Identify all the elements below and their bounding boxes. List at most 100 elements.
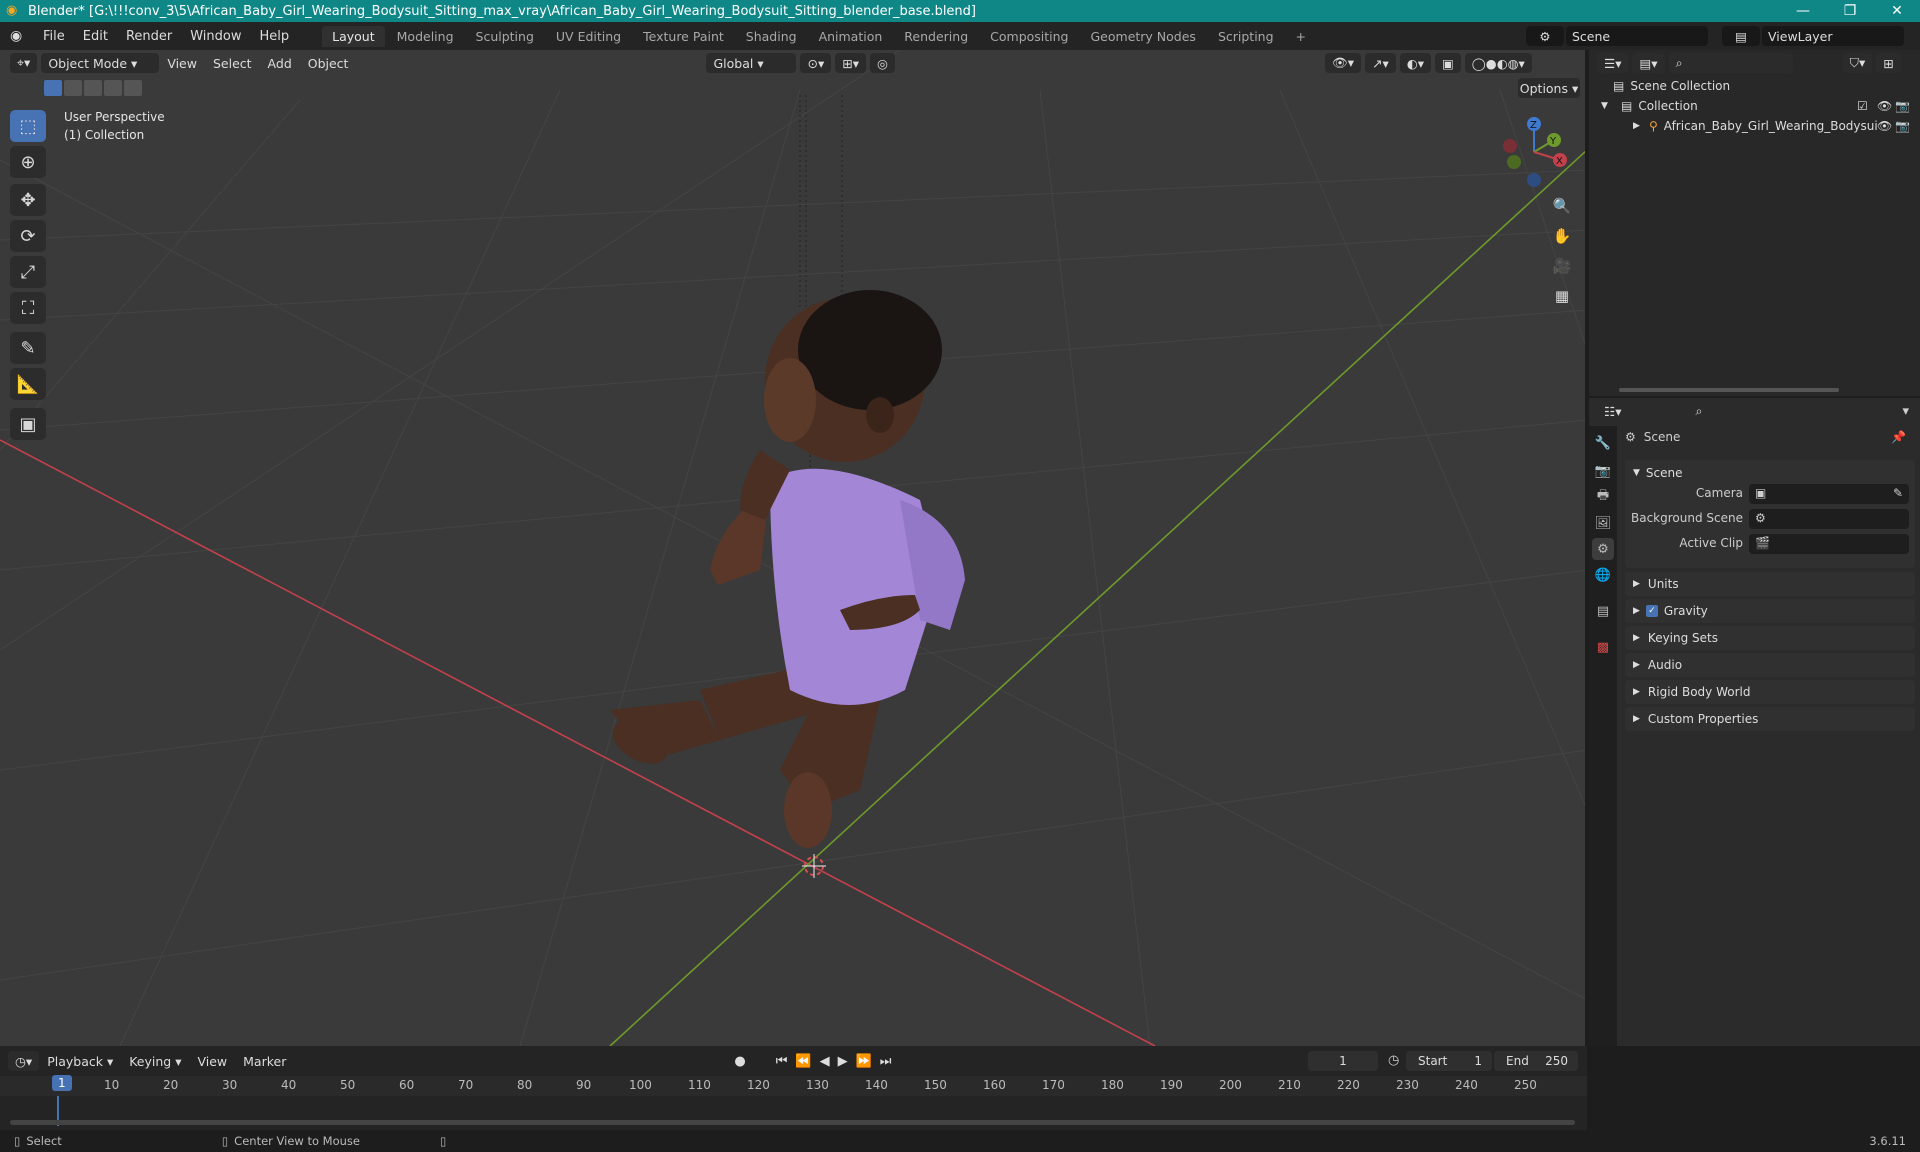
tab-texture-paint[interactable]: Texture Paint — [633, 26, 734, 47]
blender-menu-icon[interactable]: ◉ — [10, 28, 26, 44]
xray-icon[interactable]: ▣ — [1434, 53, 1461, 73]
annotate-tool[interactable]: ✎ — [10, 332, 46, 364]
new-collection-icon[interactable]: ⊞ — [1876, 53, 1901, 73]
custom-properties-panel[interactable]: ▶ Custom Properties — [1625, 707, 1915, 731]
timeline-menu-marker[interactable]: Marker — [235, 1054, 294, 1069]
current-frame-field[interactable]: 1 — [1308, 1051, 1378, 1071]
viewport-menu-view[interactable]: View — [159, 56, 205, 71]
object-render-icon[interactable]: 📷 — [1895, 119, 1910, 133]
eyedropper-icon[interactable]: ✎ — [1893, 486, 1903, 500]
collection-expand-icon[interactable]: ▼ — [1601, 101, 1615, 111]
tab-scripting[interactable]: Scripting — [1208, 26, 1284, 47]
rigid-body-world-panel[interactable]: ▶ Rigid Body World — [1625, 680, 1915, 704]
viewlayer-selector[interactable]: ViewLayer — [1762, 26, 1904, 46]
outliner-row-scene-collection[interactable]: ▤ Scene Collection — [1589, 76, 1920, 96]
viewport-menu-object[interactable]: Object — [300, 56, 357, 71]
prev-keyframe-icon[interactable]: ⏪ — [795, 1054, 819, 1069]
minimize-button[interactable]: — — [1780, 0, 1826, 22]
units-panel[interactable]: ▶ Units — [1625, 572, 1915, 596]
timeline-menu-playback[interactable]: Playback ▾ — [39, 1054, 121, 1069]
tool-tab-icon[interactable]: 🔧 — [1592, 432, 1614, 454]
menu-edit[interactable]: Edit — [74, 29, 117, 44]
outliner-row-object[interactable]: ▶ ⚲ African_Baby_Girl_Wearing_Bodysui 👁 … — [1589, 116, 1920, 136]
menu-help[interactable]: Help — [251, 29, 299, 44]
outliner-filter-icon[interactable]: ⛉▾ — [1842, 53, 1873, 73]
ortho-grid-icon[interactable]: ▦ — [1548, 282, 1576, 310]
use-preview-range-icon[interactable]: ◷ — [1388, 1053, 1399, 1068]
tab-rendering[interactable]: Rendering — [894, 26, 978, 47]
select-subtract-icon[interactable] — [84, 80, 102, 96]
close-button[interactable]: ✕ — [1874, 0, 1920, 22]
overlays-icon[interactable]: ◐▾ — [1399, 53, 1431, 73]
tab-compositing[interactable]: Compositing — [980, 26, 1078, 47]
frame-ruler[interactable]: 1 10 20 30 40 50 60 70 80 90 100 110 120… — [0, 1075, 1587, 1096]
select-new-icon[interactable] — [44, 80, 62, 96]
start-frame-field[interactable]: Start 1 — [1406, 1051, 1492, 1071]
output-tab-icon[interactable]: 🖶 — [1592, 486, 1614, 508]
menu-window[interactable]: Window — [181, 29, 250, 44]
timeline-menu-view[interactable]: View — [189, 1054, 235, 1069]
scene-tab-icon[interactable]: ⚙ — [1592, 538, 1614, 560]
jump-start-icon[interactable]: ⏮ — [776, 1054, 796, 1069]
record-icon[interactable]: ● — [734, 1054, 745, 1069]
select-invert-icon[interactable] — [104, 80, 122, 96]
viewport-menu-add[interactable]: Add — [260, 56, 300, 71]
cursor-tool[interactable]: ⊕ — [10, 146, 46, 178]
texture-tab-icon[interactable]: ▩ — [1592, 636, 1614, 658]
select-intersect-icon[interactable] — [124, 80, 142, 96]
rotate-tool[interactable]: ⟳ — [10, 220, 46, 252]
object-mode-select[interactable]: Object Mode ▾ — [41, 53, 160, 73]
active-clip-field[interactable]: 🎬 — [1749, 534, 1909, 554]
3d-cursor[interactable] — [802, 854, 826, 878]
proportional-edit-icon[interactable]: ◎ — [869, 53, 895, 73]
add-workspace-button[interactable]: + — [1286, 26, 1316, 47]
add-cube-tool[interactable]: ▣ — [10, 408, 46, 440]
outliner-scrollbar[interactable] — [1619, 388, 1839, 392]
collection-checkbox-icon[interactable]: ☑ — [1857, 99, 1868, 113]
object-expand-icon[interactable]: ▶ — [1633, 121, 1647, 131]
outliner-display-mode-icon[interactable]: ▤▾ — [1632, 53, 1665, 73]
scene-selector[interactable]: Scene — [1566, 26, 1708, 46]
ruler-tick-current[interactable]: 1 — [52, 1075, 72, 1091]
transform-orientation-select[interactable]: Global ▾ — [706, 53, 797, 73]
select-extend-icon[interactable] — [64, 80, 82, 96]
tab-animation[interactable]: Animation — [809, 26, 893, 47]
background-scene-field[interactable]: ⚙ — [1749, 509, 1909, 529]
measure-tool[interactable]: 📐 — [10, 368, 46, 400]
menu-file[interactable]: File — [34, 29, 74, 44]
transform-tool[interactable]: ⛶ — [10, 292, 46, 324]
collection-visibility-icon[interactable]: 👁 — [1877, 99, 1892, 113]
play-icon[interactable]: ▶ — [838, 1054, 856, 1069]
tab-sculpting[interactable]: Sculpting — [466, 26, 544, 47]
render-tab-icon[interactable]: 📷 — [1592, 460, 1614, 482]
next-keyframe-icon[interactable]: ⏩ — [856, 1054, 880, 1069]
play-reverse-icon[interactable]: ◀ — [820, 1054, 838, 1069]
scale-tool[interactable]: ⤢ — [10, 256, 46, 288]
tab-modeling[interactable]: Modeling — [387, 26, 464, 47]
end-frame-field[interactable]: End 250 — [1494, 1051, 1578, 1071]
scene-icon[interactable]: ⚙ — [1526, 26, 1564, 46]
playback-controls[interactable]: ⏮⏪◀▶⏩⏭ — [776, 1054, 900, 1069]
zoom-icon[interactable]: 🔍 — [1548, 192, 1576, 220]
scene-panel-header[interactable]: ▼ Scene — [1625, 460, 1915, 486]
camera-field[interactable]: ▣ ✎ — [1749, 484, 1909, 504]
outliner-editor-type-icon[interactable]: ☰▾ — [1597, 53, 1629, 73]
options-button[interactable]: Options ▾ — [1518, 78, 1580, 98]
pan-hand-icon[interactable]: ✋ — [1548, 222, 1576, 250]
select-box-tool[interactable]: ⬚ — [10, 110, 46, 142]
editor-type-icon[interactable]: ⌖▾ — [10, 53, 38, 73]
tab-layout[interactable]: Layout — [322, 25, 385, 47]
properties-search-input[interactable]: ⌕ — [1688, 401, 1813, 421]
world-tab-icon[interactable]: 🌐 — [1592, 564, 1614, 586]
view-layer-tab-icon[interactable]: 🖼 — [1592, 512, 1614, 534]
camera-view-icon[interactable]: 🎥 — [1548, 252, 1576, 280]
keying-sets-panel[interactable]: ▶ Keying Sets — [1625, 626, 1915, 650]
shading-modes[interactable]: ◯●◐◍▾ — [1464, 53, 1532, 73]
tab-shading[interactable]: Shading — [736, 26, 807, 47]
viewlayer-icon[interactable]: ▤ — [1722, 26, 1760, 46]
properties-editor-type-icon[interactable]: ☷▾ — [1597, 401, 1629, 421]
collection-tab-icon[interactable]: ▤ — [1592, 600, 1614, 622]
pin-icon[interactable]: 📌 — [1891, 430, 1906, 444]
menu-render[interactable]: Render — [117, 29, 181, 44]
3d-viewport[interactable]: ⌖▾ Object Mode ▾ View Select Add Object … — [0, 50, 1587, 1046]
